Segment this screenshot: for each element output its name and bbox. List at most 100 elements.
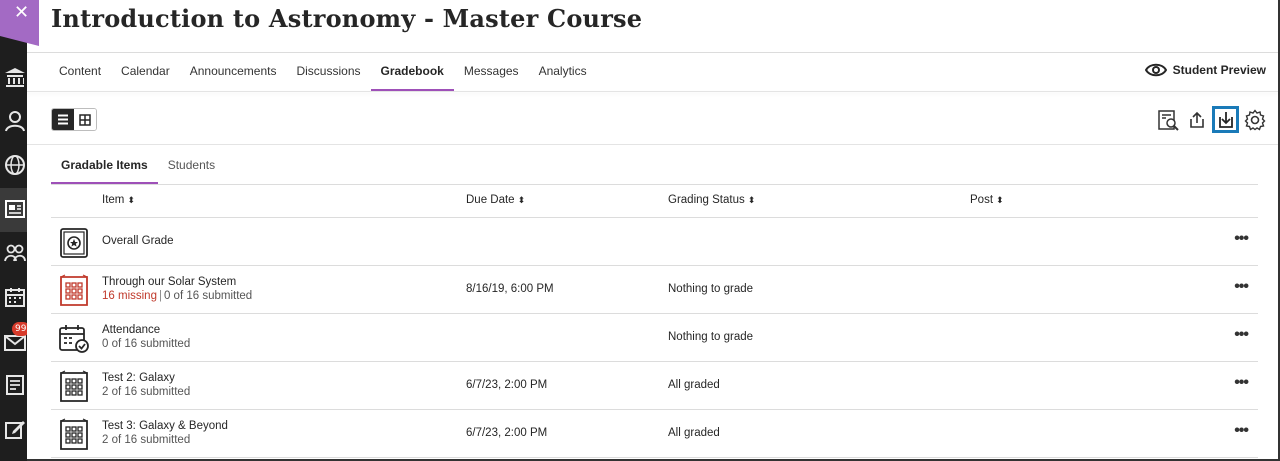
tab-analytics[interactable]: Analytics bbox=[529, 53, 597, 92]
tab-students[interactable]: Students bbox=[158, 146, 225, 185]
due-date: 6/7/23, 2:00 PM bbox=[466, 427, 548, 439]
divider bbox=[27, 144, 1278, 145]
table-row: Test 3: Galaxy & Beyond 2 of 16 submitte… bbox=[51, 410, 1258, 458]
institution-nav-item[interactable] bbox=[0, 56, 27, 100]
table-row: Test 2: Galaxy 2 of 16 submitted 6/7/23,… bbox=[51, 362, 1258, 410]
table-row: Overall Grade ••• bbox=[51, 218, 1258, 266]
due-date: 8/16/19, 6:00 PM bbox=[466, 283, 554, 295]
view-toggle bbox=[51, 108, 97, 131]
grading-status: Nothing to grade bbox=[668, 331, 754, 343]
missing-count: 16 missing bbox=[102, 290, 157, 302]
column-header-grading-status[interactable]: Grading Status ⬍ bbox=[668, 194, 755, 206]
item-detail: 16 missing | 0 of 16 submitted bbox=[102, 290, 252, 302]
close-course-button[interactable]: ✕ bbox=[0, 0, 39, 46]
more-options-button[interactable]: ••• bbox=[1234, 278, 1249, 296]
tools-nav-item[interactable] bbox=[0, 408, 27, 452]
grading-search-icon bbox=[1157, 109, 1179, 131]
overall-grade-icon bbox=[60, 228, 88, 258]
separator: | bbox=[158, 290, 162, 302]
grades-icon bbox=[6, 375, 24, 395]
table-row: Through our Solar System 16 missing | 0 of… bbox=[51, 266, 1258, 314]
tab-calendar[interactable]: Calendar bbox=[111, 53, 180, 92]
grading-search-button[interactable] bbox=[1154, 106, 1181, 133]
column-header-item[interactable]: Item ⬍ bbox=[102, 194, 135, 206]
divider bbox=[27, 91, 1278, 92]
tab-messages[interactable]: Messages bbox=[454, 53, 529, 92]
item-name[interactable]: Attendance bbox=[102, 324, 160, 336]
courses-nav-item[interactable] bbox=[0, 188, 27, 232]
column-header-due-date[interactable]: Due Date ⬍ bbox=[466, 194, 525, 206]
organizations-nav-item[interactable] bbox=[0, 232, 27, 276]
tab-gradebook[interactable]: Gradebook bbox=[370, 53, 454, 92]
sort-icon: ⬍ bbox=[127, 195, 135, 205]
gear-icon bbox=[1244, 108, 1265, 131]
item-name[interactable]: Through our Solar System bbox=[102, 276, 236, 288]
submitted-count: 0 of 16 submitted bbox=[102, 338, 191, 350]
upload-icon bbox=[1189, 111, 1204, 128]
activity-nav-item[interactable] bbox=[0, 144, 27, 188]
tab-announcements[interactable]: Announcements bbox=[180, 53, 287, 92]
sort-icon: ⬍ bbox=[996, 195, 1004, 205]
course-title: Introduction to Astronomy - Master Cours… bbox=[51, 4, 643, 33]
grades-nav-item[interactable] bbox=[0, 364, 27, 408]
attendance-icon bbox=[59, 325, 89, 353]
institution-icon bbox=[5, 68, 25, 87]
course-panel: Introduction to Astronomy - Master Cours… bbox=[27, 0, 1280, 461]
grid-view-button[interactable] bbox=[74, 109, 96, 130]
table-row: Attendance 0 of 16 submitted Nothing to … bbox=[51, 314, 1258, 362]
close-icon: ✕ bbox=[14, 2, 30, 23]
submitted-count: 2 of 16 submitted bbox=[102, 434, 191, 446]
column-label: Post bbox=[970, 194, 994, 206]
download-button[interactable] bbox=[1212, 106, 1239, 133]
download-icon bbox=[1218, 111, 1233, 128]
messages-badge: 99 bbox=[12, 322, 27, 336]
grading-status: Nothing to grade bbox=[668, 283, 754, 295]
messages-nav-item[interactable]: 99 bbox=[0, 320, 27, 364]
tab-discussions[interactable]: Discussions bbox=[286, 53, 370, 92]
calendar-icon bbox=[5, 288, 25, 307]
grid-icon bbox=[79, 113, 91, 126]
upload-button[interactable] bbox=[1183, 106, 1210, 133]
column-label: Due Date bbox=[466, 194, 515, 206]
submitted-count: 2 of 16 submitted bbox=[102, 386, 191, 398]
tab-gradable-items[interactable]: Gradable Items bbox=[51, 146, 158, 185]
column-label: Item bbox=[102, 194, 125, 206]
submitted-count: 0 of 16 submitted bbox=[163, 290, 253, 302]
student-preview-label: Student Preview bbox=[1172, 63, 1266, 77]
item-name[interactable]: Overall Grade bbox=[102, 235, 174, 247]
item-name[interactable]: Test 3: Galaxy & Beyond bbox=[102, 420, 228, 432]
sort-icon: ⬍ bbox=[517, 195, 526, 205]
column-label: Grading Status bbox=[668, 194, 745, 206]
tab-content[interactable]: Content bbox=[49, 53, 111, 92]
due-date: 6/7/23, 2:00 PM bbox=[466, 379, 548, 391]
more-options-button[interactable]: ••• bbox=[1234, 422, 1249, 440]
gradebook-subtabs: Gradable Items Students bbox=[51, 146, 225, 185]
more-options-button[interactable]: ••• bbox=[1234, 374, 1249, 392]
student-preview-button[interactable]: Student Preview bbox=[1144, 62, 1266, 78]
table-header: Item ⬍ Due Date ⬍ Grading Status ⬍ Post ⬍ bbox=[51, 185, 1258, 218]
sort-icon: ⬍ bbox=[747, 195, 756, 205]
calendar-nav-item[interactable] bbox=[0, 276, 27, 320]
edit-icon bbox=[5, 421, 25, 439]
globe-icon bbox=[5, 155, 25, 175]
more-options-button[interactable]: ••• bbox=[1234, 326, 1249, 344]
eye-icon bbox=[1144, 63, 1167, 77]
grading-status: All graded bbox=[668, 427, 720, 439]
grading-status: All graded bbox=[668, 379, 720, 391]
groups-icon bbox=[4, 244, 26, 262]
more-options-button[interactable]: ••• bbox=[1234, 230, 1249, 248]
settings-button[interactable] bbox=[1241, 106, 1268, 133]
left-navigation: ✕ 99 bbox=[0, 0, 39, 461]
profile-nav-item[interactable] bbox=[0, 100, 27, 144]
assignment-icon bbox=[60, 274, 88, 306]
item-name[interactable]: Test 2: Galaxy bbox=[102, 372, 175, 384]
list-icon bbox=[58, 114, 68, 125]
test-icon bbox=[60, 370, 88, 402]
test-icon bbox=[60, 418, 88, 450]
list-view-button[interactable] bbox=[52, 109, 74, 130]
courses-icon bbox=[5, 200, 25, 218]
course-tabs: Content Calendar Announcements Discussio… bbox=[49, 53, 597, 92]
user-icon bbox=[5, 111, 25, 132]
column-header-post[interactable]: Post ⬍ bbox=[970, 194, 1004, 206]
gradebook-tools bbox=[1152, 106, 1268, 133]
